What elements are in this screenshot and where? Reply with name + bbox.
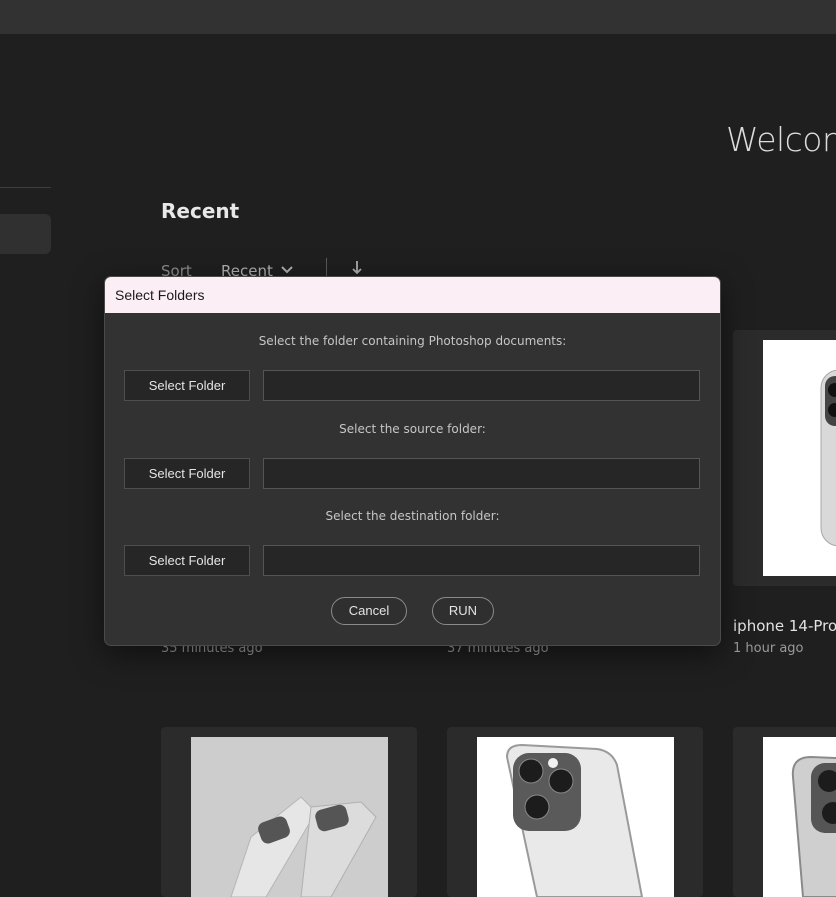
run-button[interactable]: RUN (432, 597, 494, 625)
file-thumbnail (763, 737, 836, 897)
psd-folder-path-field[interactable] (263, 370, 700, 401)
select-psd-folder-button[interactable]: Select Folder (124, 370, 250, 401)
recent-file-card[interactable] (733, 330, 836, 586)
title-bar (0, 0, 836, 34)
dialog-titlebar[interactable]: Select Folders (105, 277, 720, 313)
recent-file-card[interactable] (161, 727, 417, 897)
select-folders-dialog: Select Folders Select the folder contain… (104, 276, 721, 646)
recent-heading: Recent (161, 199, 240, 223)
recent-file-card[interactable] (733, 727, 836, 897)
destination-folder-prompt: Select the destination folder: (325, 509, 500, 523)
sidebar-divider (0, 187, 51, 188)
destination-folder-path-field[interactable] (263, 545, 700, 576)
welcome-heading: Welcom (726, 120, 836, 159)
cancel-button[interactable]: Cancel (331, 597, 407, 625)
file-thumbnail (763, 340, 836, 576)
dialog-title: Select Folders (115, 287, 205, 303)
select-source-folder-button[interactable]: Select Folder (124, 458, 250, 489)
source-folder-path-field[interactable] (263, 458, 700, 489)
select-destination-folder-button[interactable]: Select Folder (124, 545, 250, 576)
file-thumbnail (477, 737, 674, 897)
card-title[interactable]: iphone 14-Pro (733, 617, 836, 635)
recent-file-card[interactable] (447, 727, 703, 897)
source-folder-prompt: Select the source folder: (339, 422, 486, 436)
sidebar-item-selected[interactable] (0, 214, 51, 254)
card-time: 1 hour ago (733, 641, 804, 656)
psd-folder-prompt: Select the folder containing Photoshop d… (258, 334, 567, 348)
file-thumbnail (191, 737, 388, 897)
